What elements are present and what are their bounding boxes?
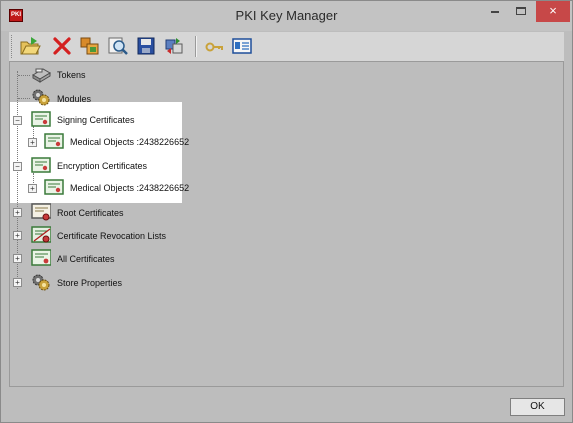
properties-icon xyxy=(232,38,252,54)
tree-item-encryption-certificates[interactable]: − Encryption Certificates xyxy=(13,156,178,178)
collapse-toggle[interactable]: − xyxy=(13,116,22,125)
expand-toggle[interactable]: + xyxy=(13,208,22,217)
tree-item-signing-medical-objects[interactable]: + Medical Objects :2438226652 xyxy=(28,133,189,155)
inspect-icon xyxy=(108,37,128,55)
tree-item-label: Signing Certificates xyxy=(57,115,135,125)
delete-icon xyxy=(53,37,71,55)
pki-key-manager-window: PKI PKI Key Manager × Tokens Modules − S… xyxy=(0,0,573,423)
tree-item-label: Medical Objects :2438226652 xyxy=(70,137,190,147)
expand-toggle[interactable]: + xyxy=(13,278,22,287)
import-button[interactable] xyxy=(79,35,101,57)
tree-item-label: Modules xyxy=(57,94,92,104)
certificate-icon xyxy=(31,111,51,127)
toolbar xyxy=(9,32,564,62)
minimize-button[interactable] xyxy=(482,1,508,22)
title-bar[interactable]: PKI PKI Key Manager × xyxy=(1,1,572,31)
expand-toggle[interactable]: + xyxy=(13,254,22,263)
properties-button[interactable] xyxy=(231,35,253,57)
dialog-footer: OK xyxy=(1,387,572,422)
delete-button[interactable] xyxy=(51,35,73,57)
tree-item-store-properties[interactable]: + Store Properties xyxy=(13,272,163,294)
toolbar-separator xyxy=(195,36,197,57)
expand-toggle[interactable]: + xyxy=(13,231,22,240)
tree-item-label: Certificate Revocation Lists xyxy=(57,231,167,241)
minimize-icon xyxy=(491,11,499,13)
tree-item-certificate-revocation-lists[interactable]: + Certificate Revocation Lists xyxy=(13,225,193,247)
import-icon xyxy=(80,37,99,55)
gears-icon xyxy=(32,89,50,106)
certificate-icon xyxy=(31,249,51,266)
tree-item-root-certificates[interactable]: + Root Certificates xyxy=(13,202,163,224)
save-button[interactable] xyxy=(135,35,157,57)
maximize-icon xyxy=(516,7,526,15)
transfer-button[interactable] xyxy=(163,35,185,57)
open-icon xyxy=(20,37,41,55)
tree-item-all-certificates[interactable]: + All Certificates xyxy=(13,248,163,270)
tree-item-label: All Certificates xyxy=(57,254,115,264)
certificate-icon xyxy=(44,133,64,149)
tree-item-tokens[interactable]: Tokens xyxy=(27,65,147,87)
token-reader-icon xyxy=(32,68,51,83)
key-button[interactable] xyxy=(203,35,225,57)
open-button[interactable] xyxy=(19,35,41,57)
transfer-icon xyxy=(165,38,183,54)
maximize-button[interactable] xyxy=(508,1,534,22)
save-icon xyxy=(137,37,155,55)
expand-toggle[interactable]: + xyxy=(28,138,37,147)
tree-item-signing-certificates[interactable]: − Signing Certificates xyxy=(13,110,178,132)
tree-item-label: Store Properties xyxy=(57,278,123,288)
certificate-icon xyxy=(44,179,64,195)
gears-icon xyxy=(32,274,50,291)
ok-button[interactable]: OK xyxy=(510,398,565,416)
revocation-list-icon xyxy=(31,226,51,243)
key-icon xyxy=(205,42,223,52)
expand-toggle[interactable]: + xyxy=(28,184,37,193)
tree-item-label: Tokens xyxy=(57,70,86,80)
toolbar-grip[interactable] xyxy=(11,35,15,58)
close-button[interactable]: × xyxy=(536,1,570,22)
tree-item-modules[interactable]: Modules xyxy=(27,88,147,110)
tree-item-label: Medical Objects :2438226652 xyxy=(70,183,190,193)
tree-item-encryption-medical-objects[interactable]: + Medical Objects :2438226652 xyxy=(28,179,189,201)
collapse-toggle[interactable]: − xyxy=(13,162,22,171)
certificate-icon xyxy=(31,157,51,173)
root-certificate-icon xyxy=(31,203,51,221)
tree-item-label: Root Certificates xyxy=(57,208,124,218)
inspect-button[interactable] xyxy=(107,35,129,57)
tree-item-label: Encryption Certificates xyxy=(57,161,148,171)
